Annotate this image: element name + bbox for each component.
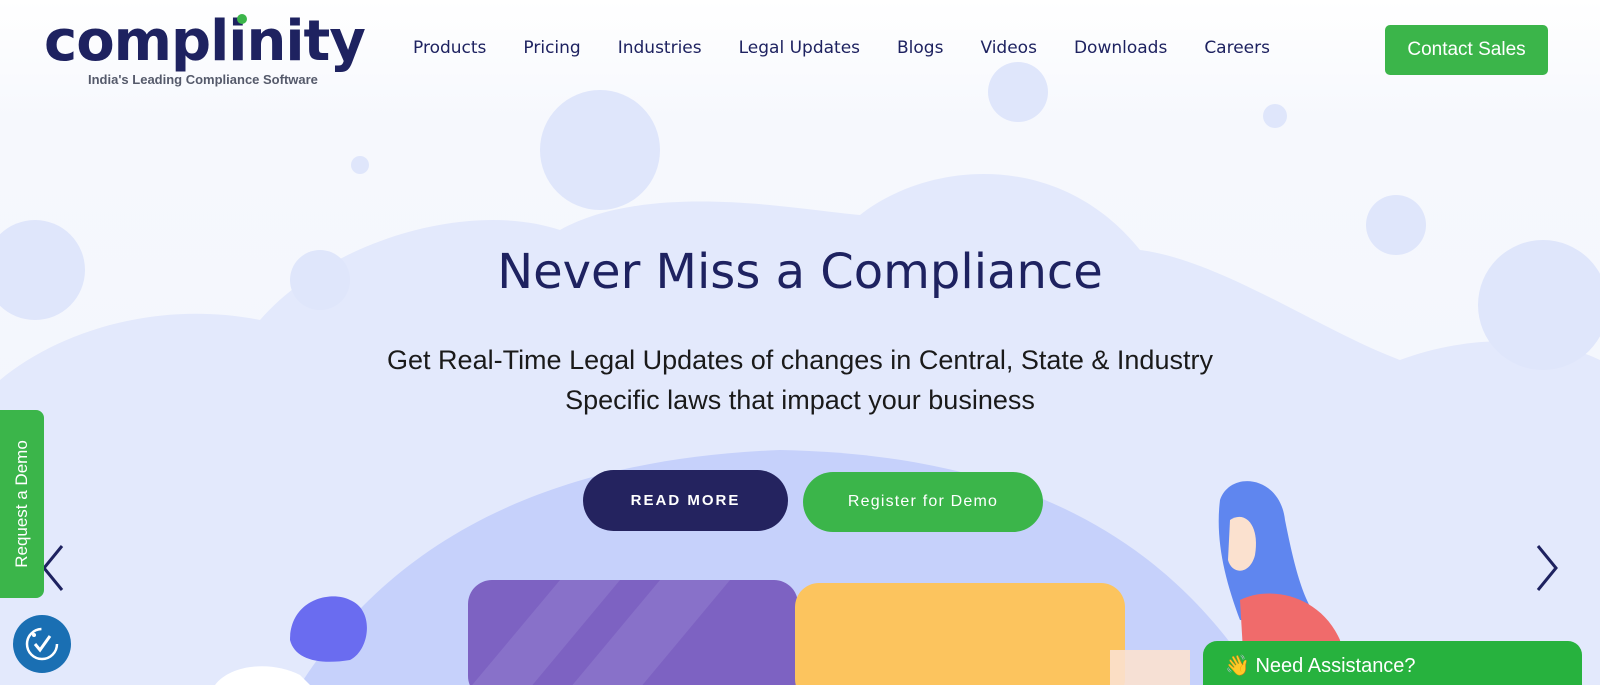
nav-products[interactable]: Products	[413, 38, 486, 58]
chevron-right-icon	[1536, 545, 1558, 591]
contact-sales-button[interactable]: Contact Sales	[1385, 25, 1548, 75]
nav-industries[interactable]: Industries	[618, 38, 702, 58]
accessibility-icon	[25, 627, 59, 661]
nav-careers[interactable]: Careers	[1204, 38, 1270, 58]
hero-title: Never Miss a Compliance	[497, 244, 1103, 300]
site-header: complinity India's Leading Compliance So…	[0, 0, 1600, 100]
main-nav: Products Pricing Industries Legal Update…	[413, 38, 1270, 58]
read-more-button[interactable]: READ MORE	[583, 470, 788, 531]
nav-videos[interactable]: Videos	[980, 38, 1037, 58]
logo-tagline: India's Leading Compliance Software	[88, 72, 318, 87]
accessibility-button[interactable]	[13, 615, 71, 673]
brand-logo[interactable]: complinity India's Leading Compliance So…	[44, 9, 366, 90]
register-demo-button[interactable]: Register for Demo	[803, 472, 1043, 532]
hero-subtitle-line-2: Specific laws that impact your business	[565, 385, 1035, 415]
hero-subtitle: Get Real-Time Legal Updates of changes i…	[300, 340, 1300, 420]
need-assistance-chat-button[interactable]: 👋 Need Assistance?	[1203, 641, 1582, 685]
nav-pricing[interactable]: Pricing	[523, 38, 580, 58]
carousel-next-button[interactable]	[1526, 540, 1566, 596]
request-demo-label: Request a Demo	[12, 440, 31, 568]
logo-wordmark: complinity	[44, 9, 366, 74]
hero-subtitle-line-1: Get Real-Time Legal Updates of changes i…	[387, 345, 1213, 375]
nav-legal-updates[interactable]: Legal Updates	[739, 38, 860, 58]
nav-downloads[interactable]: Downloads	[1074, 38, 1167, 58]
request-demo-tab[interactable]: Request a Demo	[0, 410, 44, 598]
logo-dot	[237, 14, 247, 24]
nav-blogs[interactable]: Blogs	[897, 38, 943, 58]
